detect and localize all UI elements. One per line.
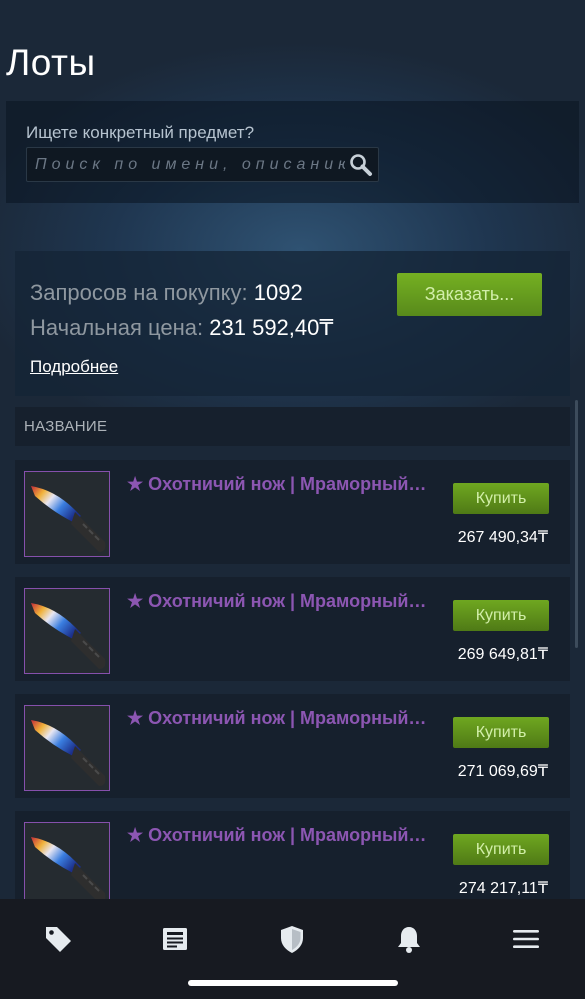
home-indicator[interactable] xyxy=(188,980,398,986)
listing-row[interactable]: ★ Охотничий нож | Мраморный узор Купить … xyxy=(15,694,570,798)
news-icon[interactable] xyxy=(159,923,191,955)
knife-thumbnail[interactable] xyxy=(24,471,110,557)
buy-requests: Запросов на покупку: 1092 xyxy=(30,280,303,306)
knife-image xyxy=(31,837,106,903)
buy-button[interactable]: Купить xyxy=(453,834,549,865)
knife-image xyxy=(31,720,106,786)
item-price: 269 649,81₸ xyxy=(457,646,548,663)
knife-image xyxy=(31,603,106,669)
magnifier-icon[interactable] xyxy=(348,152,374,178)
buy-button[interactable]: Купить xyxy=(453,483,549,514)
item-price: 267 490,34₸ xyxy=(457,529,548,546)
start-price-label: Начальная цена: xyxy=(30,315,204,340)
search-label: Ищете конкретный предмет? xyxy=(26,123,255,142)
place-order-button[interactable]: Заказать... xyxy=(397,273,542,316)
search-input[interactable] xyxy=(35,155,345,175)
knife-thumbnail[interactable] xyxy=(24,588,110,674)
scrollbar[interactable] xyxy=(575,400,578,648)
buy-button[interactable]: Купить xyxy=(453,600,549,631)
item-name[interactable]: ★ Охотничий нож | Мраморный узор xyxy=(127,591,427,612)
page-title: Лоты xyxy=(6,42,96,83)
buy-requests-value: 1092 xyxy=(253,280,303,305)
buy-orders-panel: Запросов на покупку: 1092 Начальная цена… xyxy=(15,251,570,396)
buy-requests-label: Запросов на покупку: xyxy=(30,280,248,305)
item-name[interactable]: ★ Охотничий нож | Мраморный узор xyxy=(127,708,427,729)
knife-thumbnail[interactable] xyxy=(24,705,110,791)
column-header-name: НАЗВАНИЕ xyxy=(15,407,570,446)
item-name[interactable]: ★ Охотничий нож | Мраморный узор xyxy=(127,825,427,846)
start-price: Начальная цена: 231 592,40₸ xyxy=(30,315,333,341)
shield-icon[interactable] xyxy=(276,923,308,955)
menu-icon[interactable] xyxy=(510,923,542,955)
start-price-value: 231 592,40₸ xyxy=(209,315,334,340)
knife-thumbnail[interactable] xyxy=(24,822,110,908)
knife-image xyxy=(31,486,106,552)
item-price: 271 069,69₸ xyxy=(457,763,548,780)
tag-icon[interactable] xyxy=(42,923,74,955)
item-name[interactable]: ★ Охотничий нож | Мраморный узор xyxy=(127,474,427,495)
buy-button[interactable]: Купить xyxy=(453,717,549,748)
search-box[interactable] xyxy=(26,147,379,182)
search-panel: Ищете конкретный предмет? xyxy=(6,101,579,203)
bell-icon[interactable] xyxy=(393,923,425,955)
item-price: 274 217,11₸ xyxy=(458,880,548,897)
more-info-link[interactable]: Подробнее xyxy=(30,357,118,377)
listing-row[interactable]: ★ Охотничий нож | Мраморный узор Купить … xyxy=(15,460,570,564)
listing-row[interactable]: ★ Охотничий нож | Мраморный узор Купить … xyxy=(15,577,570,681)
